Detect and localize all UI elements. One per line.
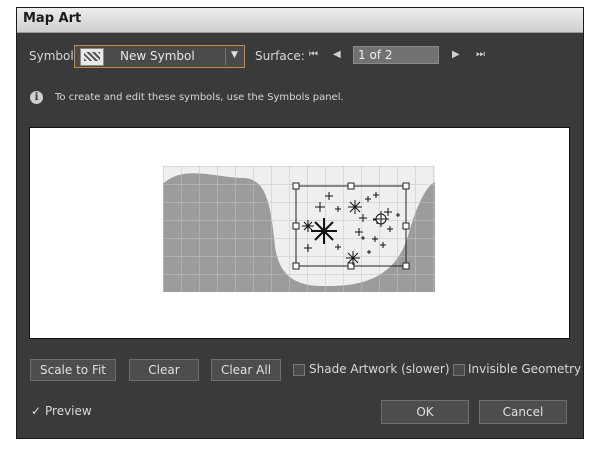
next-page-icon[interactable]: ▶	[452, 49, 460, 60]
map-art-preview-canvas[interactable]	[29, 127, 570, 339]
info-icon: i	[30, 91, 43, 104]
shade-artwork-label[interactable]: Shade Artwork (slower)	[309, 362, 450, 376]
surface-label: Surface:	[255, 49, 305, 63]
symbol-dropdown[interactable]: New Symbol ▼	[74, 45, 245, 68]
symbol-thumbnail-icon	[80, 48, 104, 66]
map-art-dialog: Map Art Symbol: New Symbol ▼ Surface: ⏮ …	[17, 8, 583, 438]
clear-button[interactable]: Clear	[129, 359, 199, 381]
dropdown-divider	[225, 48, 226, 65]
surface-page-field[interactable]	[353, 46, 439, 64]
surface-artwork[interactable]	[163, 166, 435, 292]
symbol-label: Symbol:	[29, 49, 78, 63]
shade-artwork-checkbox[interactable]	[293, 364, 305, 376]
dialog-title: Map Art	[23, 11, 82, 26]
preview-label[interactable]: Preview	[45, 404, 92, 418]
first-page-icon[interactable]: ⏮	[309, 49, 318, 60]
ok-button[interactable]: OK	[381, 400, 469, 424]
clear-all-button[interactable]: Clear All	[211, 359, 281, 381]
preview-checkbox[interactable]: ✓	[31, 404, 41, 418]
cancel-button[interactable]: Cancel	[479, 400, 567, 424]
symbol-surface-row: Symbol: New Symbol ▼ Surface: ⏮ ◀ ▶ ⏭	[17, 45, 583, 69]
scale-to-fit-button[interactable]: Scale to Fit	[30, 359, 116, 381]
invisible-geometry-checkbox[interactable]	[453, 364, 465, 376]
chevron-down-icon[interactable]: ▼	[231, 50, 238, 60]
symbol-selected-value: New Symbol	[120, 49, 195, 63]
invisible-geometry-label[interactable]: Invisible Geometry	[468, 362, 581, 376]
last-page-icon[interactable]: ⏭	[476, 49, 485, 60]
title-bar[interactable]: Map Art	[17, 8, 583, 33]
info-message: To create and edit these symbols, use th…	[55, 92, 344, 103]
prev-page-icon[interactable]: ◀	[333, 49, 341, 60]
